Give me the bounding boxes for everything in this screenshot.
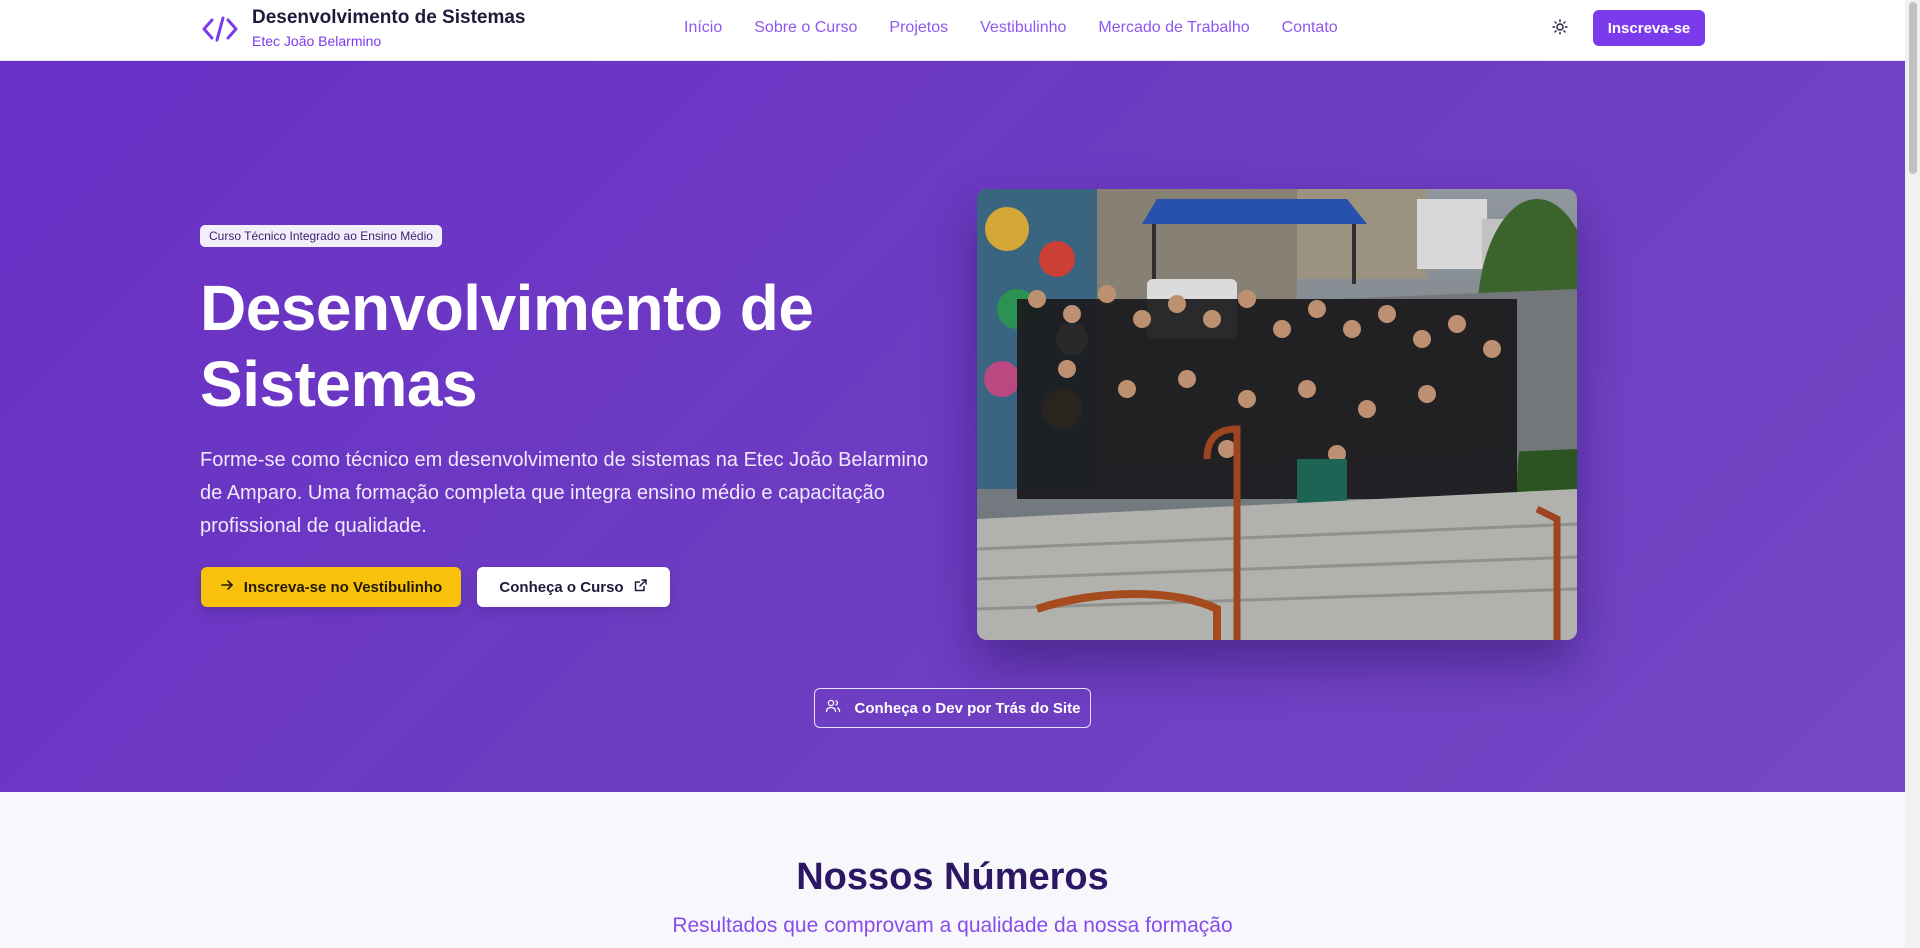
sun-icon [1552,18,1568,40]
meet-dev-button[interactable]: Conheça o Dev por Trás do Site [814,688,1091,728]
brand-title: Desenvolvimento de Sistemas [252,7,526,28]
theme-toggle-button[interactable] [1548,17,1572,41]
top-navbar: Desenvolvimento de Sistemas Etec João Be… [0,0,1905,61]
nav-item-inicio[interactable]: Início [684,17,722,39]
page-scrollbar[interactable] [1905,0,1920,948]
stats-section: Nossos Números Resultados que comprovam … [0,792,1905,948]
brand-subtitle: Etec João Belarmino [252,33,382,49]
nav-item-mercado-de-trabalho[interactable]: Mercado de Trabalho [1098,17,1249,39]
enroll-button[interactable]: Inscreva-se [1593,10,1705,46]
arrow-right-icon [220,578,234,596]
know-course-button[interactable]: Conheça o Curso [477,567,670,607]
meet-dev-label: Conheça o Dev por Trás do Site [854,699,1081,717]
class-group-photo [977,189,1577,640]
nav-item-vestibulinho[interactable]: Vestibulinho [980,17,1066,39]
hero-title: Desenvolvimento de Sistemas [200,272,814,420]
nav-item-projetos[interactable]: Projetos [889,17,948,39]
stats-title: Nossos Números [796,856,1109,898]
vestibulinho-signup-label: Inscreva-se no Vestibulinho [243,578,443,596]
users-icon [825,698,841,718]
scrollbar-thumb[interactable] [1909,2,1917,174]
group-photo-illustration [977,189,1577,640]
external-link-icon [633,578,648,597]
vestibulinho-signup-button[interactable]: Inscreva-se no Vestibulinho [201,567,461,607]
brand-text: Desenvolvimento de Sistemas Etec João Be… [252,6,526,52]
know-course-label: Conheça o Curso [499,578,624,596]
code-icon [200,9,240,49]
hero-section: Curso Técnico Integrado ao Ensino Médio … [0,61,1905,792]
brand-logo-link[interactable]: Desenvolvimento de Sistemas Etec João Be… [200,6,526,52]
course-badge: Curso Técnico Integrado ao Ensino Médio [200,225,442,247]
stats-subtitle: Resultados que comprovam a qualidade da … [672,914,1233,937]
nav-item-sobre-o-curso[interactable]: Sobre o Curso [754,17,857,39]
hero-description: Forme-se como técnico em desenvolvimento… [200,449,929,537]
nav-item-contato[interactable]: Contato [1282,17,1338,39]
main-nav: Início Sobre o Curso Projetos Vestibulin… [684,17,1338,39]
